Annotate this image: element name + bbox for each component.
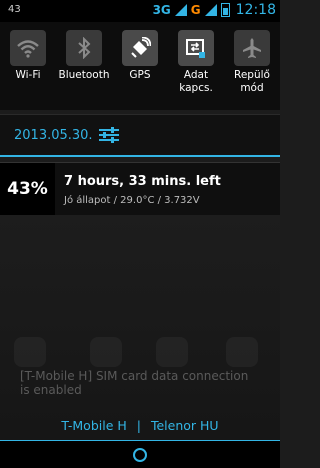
toggle-data[interactable]: Adat kapcs. <box>168 22 224 110</box>
app-icon <box>156 337 188 367</box>
date-label: 2013.05.30. <box>14 128 93 143</box>
clock: 12:18 <box>235 2 276 18</box>
data-icon <box>178 30 214 66</box>
battery-icon <box>220 3 230 17</box>
toggle-bluetooth[interactable]: Bluetooth <box>56 22 112 110</box>
wifi-icon <box>10 30 46 66</box>
app-icon <box>14 337 46 367</box>
carrier-info: T-Mobile H | Telenor HU <box>0 412 280 438</box>
quick-toggles: Wi-Fi Bluetooth GPS Adat kapcs. Repülő m… <box>0 22 280 126</box>
drawer-handle[interactable] <box>0 440 280 468</box>
app-icon <box>226 337 258 367</box>
battery-notification[interactable]: 43% 7 hours, 33 mins. left Jó állapot / … <box>0 162 280 216</box>
network-g-label: G <box>190 3 201 17</box>
status-icons: 3G G 12:18 <box>153 2 276 18</box>
signal-2-icon <box>204 4 217 16</box>
battery-time-left: 7 hours, 33 mins. left <box>64 174 221 189</box>
toggle-airplane[interactable]: Repülő mód <box>224 22 280 110</box>
toggle-airplane-label: Repülő mód <box>234 69 270 94</box>
settings-sliders-icon[interactable] <box>98 125 120 145</box>
carrier-separator: | <box>136 417 141 433</box>
background-toast: [T-Mobile H] SIM card data connection is… <box>20 369 249 397</box>
bluetooth-icon <box>66 30 102 66</box>
carrier-2: Telenor HU <box>150 417 219 433</box>
toggle-gps-label: GPS <box>129 69 151 81</box>
carrier-1: T-Mobile H <box>61 417 127 433</box>
airplane-icon <box>234 30 270 66</box>
drawer-handle-icon <box>133 448 147 462</box>
status-left-number: 43 <box>8 4 21 15</box>
network-3g-label: 3G <box>152 3 171 17</box>
status-bar: 43 3G G 12:18 <box>0 0 280 22</box>
battery-details: Jó állapot / 29.0°C / 3.732V <box>64 195 200 206</box>
toggle-data-label: Adat kapcs. <box>179 69 213 94</box>
toggle-gps[interactable]: GPS <box>112 22 168 110</box>
date-header: 2013.05.30. <box>0 114 280 157</box>
battery-percent: 43% <box>0 163 55 215</box>
toggle-wifi[interactable]: Wi-Fi <box>0 22 56 110</box>
app-icon <box>90 337 122 367</box>
gps-icon <box>122 30 158 66</box>
toggle-bluetooth-label: Bluetooth <box>58 69 110 81</box>
signal-icon <box>174 4 187 16</box>
toggle-wifi-label: Wi-Fi <box>15 69 41 81</box>
